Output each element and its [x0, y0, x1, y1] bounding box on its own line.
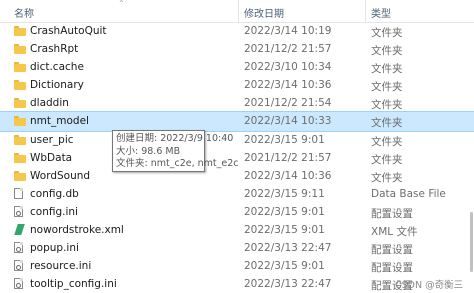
file-name: WbData [30, 151, 73, 164]
file-name: popup.ini [30, 242, 79, 255]
file-date: 2022/3/13 22:47 [244, 242, 332, 255]
file-name: nmt_model [30, 115, 89, 128]
column-header-name[interactable]: 名称 [14, 5, 34, 20]
file-type: 文件夹 [371, 99, 403, 112]
file-row[interactable]: user_pic 2022/3/15 9:01 文件夹 [0, 131, 474, 149]
folder-icon [14, 97, 26, 109]
file-type: 配置设置 [371, 262, 413, 275]
folder-icon [14, 43, 26, 55]
folder-info-tooltip: 创建日期: 2022/3/9 10:40 大小: 98.6 MB 文件夹: nm… [112, 130, 239, 172]
file-name: user_pic [30, 133, 74, 146]
column-header-bar: 名称 ⌃ 修改日期 类型 [0, 0, 474, 23]
folder-icon [14, 170, 26, 182]
file-row[interactable]: CrashAutoQuit 2022/3/14 10:19 文件夹 [0, 22, 474, 40]
file-date: 2022/3/13 22:47 [244, 278, 332, 291]
column-divider[interactable] [238, 0, 239, 22]
file-date: 2021/12/2 21:54 [244, 97, 332, 110]
file-type: 文件夹 [371, 135, 403, 148]
file-date: 2022/3/14 10:36 [244, 79, 332, 92]
file-date: 2021/12/2 21:57 [244, 151, 332, 164]
file-name: resource.ini [30, 260, 92, 273]
file-date: 2022/3/14 10:19 [244, 25, 332, 37]
file-date: 2022/3/15 9:01 [244, 260, 325, 273]
file-row[interactable]: dladdin 2021/12/2 21:54 文件夹 [0, 94, 474, 112]
file-name: CrashAutoQuit [30, 25, 107, 37]
folder-icon [14, 25, 26, 37]
file-type: XML 文件 [371, 226, 418, 239]
file-name: CrashRpt [30, 43, 79, 56]
file-row[interactable]: config.db 2022/3/15 9:11 Data Base File [0, 185, 474, 203]
tooltip-size: 大小: 98.6 MB [116, 145, 181, 157]
file-name: dladdin [30, 97, 69, 110]
file-type: 文件夹 [371, 117, 403, 130]
file-type: 文件夹 [371, 153, 403, 166]
file-row[interactable]: Dictionary 2022/3/14 10:36 文件夹 [0, 76, 474, 94]
settings-file-icon [14, 278, 23, 290]
file-date: 2021/12/2 21:57 [244, 43, 332, 56]
file-name: dict.cache [30, 61, 84, 74]
folder-icon [14, 134, 26, 146]
folder-icon [14, 115, 26, 127]
tooltip-folders: 文件夹: nmt_c2e, nmt_e2c [116, 158, 239, 169]
file-type: 配置设置 [371, 244, 413, 257]
file-name: Dictionary [30, 79, 84, 92]
file-name: WordSound [30, 169, 91, 182]
file-date: 2022/3/15 9:11 [244, 187, 325, 200]
file-date: 2022/3/15 9:01 [244, 205, 325, 218]
settings-file-icon [14, 205, 23, 217]
file-type: 文件夹 [371, 45, 403, 58]
file-date: 2022/3/14 10:36 [244, 169, 332, 182]
file-row[interactable]: popup.ini 2022/3/13 22:47 配置设置 [0, 239, 474, 257]
file-row[interactable]: nowordstroke.xml 2022/3/15 9:01 XML 文件 [0, 221, 474, 239]
settings-file-icon [14, 260, 23, 272]
vertical-scrollbar[interactable] [468, 22, 474, 293]
file-date: 2022/3/14 10:33 [244, 115, 332, 128]
folder-icon [14, 152, 26, 164]
scrollbar-thumb[interactable] [470, 212, 473, 272]
file-row[interactable]: WordSound 2022/3/14 10:36 文件夹 [0, 167, 474, 185]
file-name: config.db [30, 187, 79, 200]
file-icon [14, 187, 23, 199]
file-row[interactable]: resource.ini 2022/3/15 9:01 配置设置 [0, 257, 474, 275]
xml-file-icon [14, 224, 25, 235]
column-divider[interactable] [365, 0, 366, 22]
file-name: config.ini [30, 205, 78, 218]
file-date: 2022/3/15 9:01 [244, 133, 325, 146]
file-type: Data Base File [371, 187, 446, 200]
file-row[interactable]: dict.cache 2022/3/10 10:34 文件夹 [0, 58, 474, 76]
file-type: 文件夹 [371, 63, 403, 76]
file-name: nowordstroke.xml [30, 224, 124, 237]
folder-icon [14, 61, 26, 73]
file-date: 2022/3/15 9:01 [244, 224, 325, 237]
tooltip-created: 创建日期: 2022/3/9 10:40 [116, 133, 234, 144]
file-row[interactable]: CrashRpt 2021/12/2 21:57 文件夹 [0, 40, 474, 58]
file-type: 文件夹 [371, 81, 403, 94]
watermark: CSDN @奇衡三 [395, 280, 464, 291]
file-type: 配置设置 [371, 207, 413, 220]
sort-up-icon: ⌃ [118, 0, 125, 8]
file-type: 文件夹 [371, 171, 403, 184]
file-date: 2022/3/10 10:34 [244, 61, 332, 74]
file-name: tooltip_config.ini [30, 278, 117, 291]
settings-file-icon [14, 242, 23, 254]
file-type: 文件夹 [371, 27, 403, 39]
column-header-type[interactable]: 类型 [371, 5, 391, 20]
folder-icon [14, 79, 26, 91]
file-row[interactable]: nmt_model 2022/3/14 10:33 文件夹 [0, 111, 474, 132]
file-row[interactable]: config.ini 2022/3/15 9:01 配置设置 [0, 203, 474, 221]
column-header-date[interactable]: 修改日期 [244, 5, 284, 20]
